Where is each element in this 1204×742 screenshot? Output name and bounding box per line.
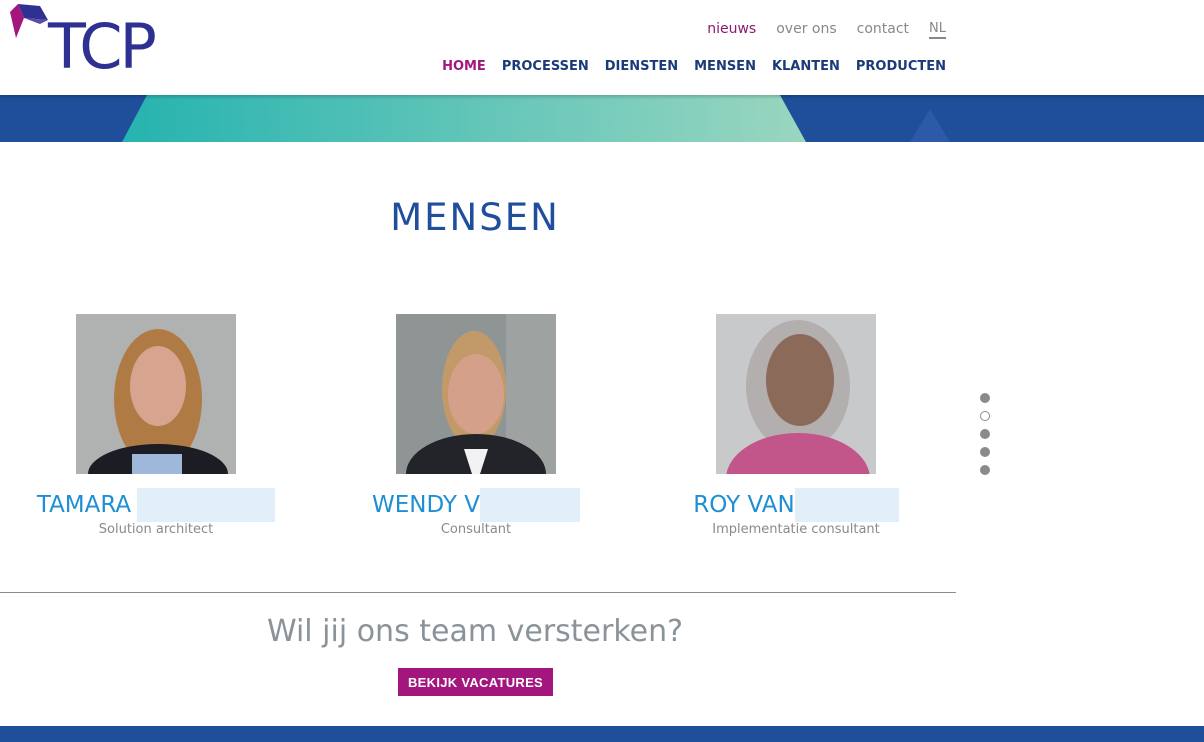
link-over-ons[interactable]: over ons bbox=[776, 21, 836, 39]
name-blur bbox=[480, 488, 581, 522]
main-nav: HOME PROCESSEN DIENSTEN MENSEN KLANTEN P… bbox=[442, 59, 946, 74]
tcp-logo[interactable]: TCP bbox=[10, 4, 157, 86]
carousel-pagination bbox=[980, 393, 990, 483]
nav-diensten[interactable]: DIENSTEN bbox=[605, 59, 678, 74]
link-nieuws[interactable]: nieuws bbox=[707, 21, 756, 39]
nav-processen[interactable]: PROCESSEN bbox=[502, 59, 589, 74]
person-photo bbox=[396, 314, 556, 474]
person-role: Implementatie consultant bbox=[712, 522, 880, 537]
person-role: Solution architect bbox=[98, 522, 214, 537]
bekijk-vacatures-button[interactable]: BEKIJK VACATURES bbox=[398, 668, 553, 696]
cta-heading: Wil jij ons team versterken? bbox=[266, 614, 684, 649]
person-name: ROY VAN bbox=[693, 488, 899, 522]
person-name: TAMARA bbox=[37, 488, 276, 522]
person-photo bbox=[716, 314, 876, 474]
person-role: Consultant bbox=[440, 522, 512, 537]
footer-bar bbox=[0, 726, 1204, 742]
nav-home[interactable]: HOME bbox=[442, 59, 486, 74]
link-contact[interactable]: contact bbox=[857, 21, 909, 39]
site-header: TCP nieuws over ons contact NL HOME PROC… bbox=[0, 0, 1204, 95]
logo-cube-icon bbox=[10, 4, 48, 38]
carousel-dot[interactable] bbox=[980, 393, 990, 403]
language-selector[interactable]: NL bbox=[929, 21, 946, 39]
carousel-dot[interactable] bbox=[980, 429, 990, 439]
carousel-dot[interactable] bbox=[980, 447, 990, 457]
banner-graphic bbox=[0, 95, 1204, 142]
nav-klanten[interactable]: KLANTEN bbox=[772, 59, 840, 74]
page-title: MENSEN bbox=[390, 196, 560, 239]
nav-producten[interactable]: PRODUCTEN bbox=[856, 59, 946, 74]
person-card[interactable]: ROY VAN Implementatie consultant bbox=[656, 314, 936, 537]
hero-banner bbox=[0, 95, 1204, 142]
person-photo bbox=[76, 314, 236, 474]
nav-mensen[interactable]: MENSEN bbox=[694, 59, 756, 74]
utility-nav: nieuws over ons contact NL bbox=[707, 21, 946, 39]
logo-text: TCP bbox=[48, 10, 157, 83]
person-card[interactable]: TAMARA Solution architect bbox=[16, 314, 296, 537]
name-blur bbox=[794, 488, 899, 522]
section-divider bbox=[0, 592, 956, 593]
person-name: WENDY V bbox=[372, 488, 581, 522]
name-blur bbox=[137, 488, 276, 522]
person-card[interactable]: WENDY V Consultant bbox=[336, 314, 616, 537]
carousel-dot[interactable] bbox=[980, 465, 990, 475]
carousel-dot-active[interactable] bbox=[980, 411, 990, 421]
